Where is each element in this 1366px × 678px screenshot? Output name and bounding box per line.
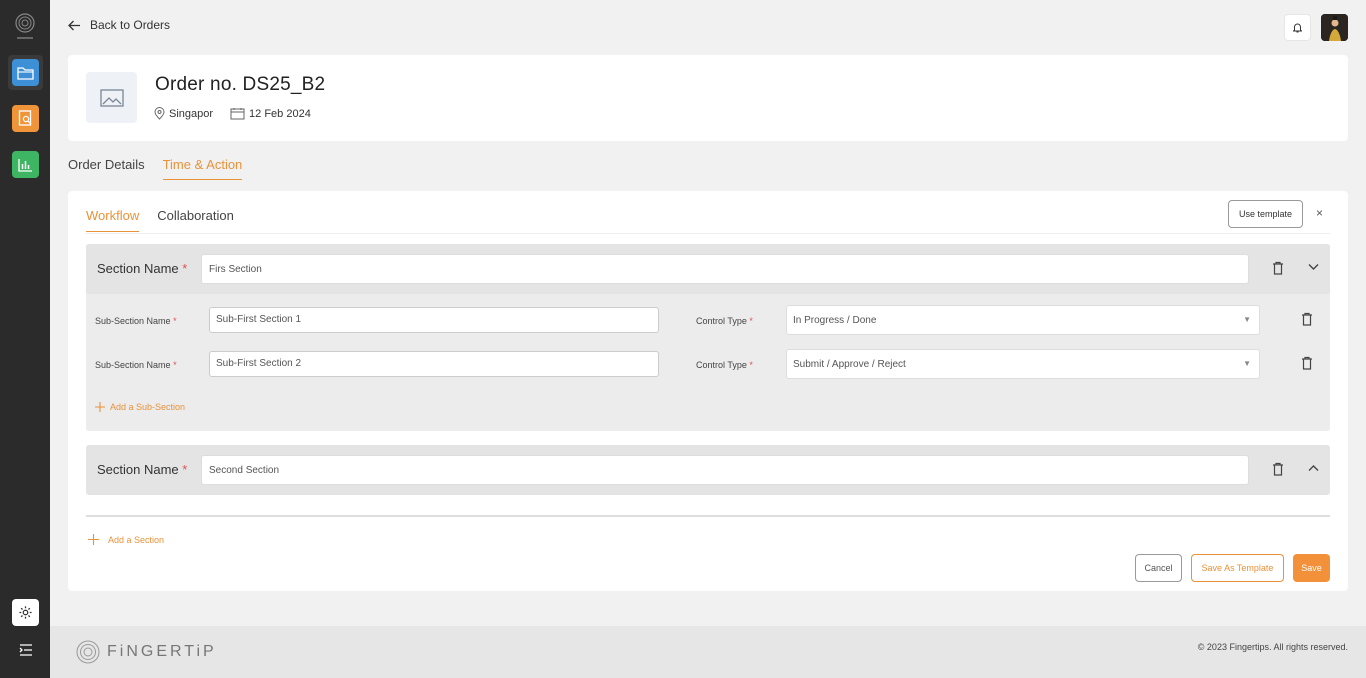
chevron-down-icon: ▼ <box>1243 359 1251 368</box>
location-pin-icon <box>154 107 165 120</box>
gear-icon <box>19 606 32 619</box>
sub-section-input[interactable]: Sub-First Section 1 <box>209 307 659 333</box>
bar-chart-icon <box>18 158 32 172</box>
section-header: Section Name * Firs Section <box>86 244 1330 294</box>
calendar-icon <box>230 108 245 120</box>
order-location-text: Singapor <box>169 107 214 120</box>
tab-workflow[interactable]: Workflow <box>86 208 140 232</box>
section-name-label: Section Name * <box>97 261 188 276</box>
plus-icon <box>88 534 99 545</box>
fingerprint-icon <box>76 640 100 664</box>
chevron-down-icon[interactable] <box>1308 263 1319 271</box>
control-type-label: Control Type * <box>696 360 753 370</box>
page-title: Order no. DS25_B2 <box>155 74 326 95</box>
save-as-template-button[interactable]: Save As Template <box>1191 554 1284 582</box>
control-type-select[interactable]: Submit / Approve / Reject ▼ <box>786 349 1260 379</box>
bell-icon <box>1293 23 1302 33</box>
plus-icon <box>95 402 105 412</box>
tab-collaboration[interactable]: Collaboration <box>157 208 234 232</box>
section-block: Section Name * Second Section <box>86 445 1330 495</box>
sub-section-input[interactable]: Sub-First Section 2 <box>209 351 659 377</box>
avatar-image <box>1321 14 1348 41</box>
order-date: 12 Feb 2024 <box>230 107 311 120</box>
order-header-card: Order no. DS25_B2 Singapor 12 Feb 2024 <box>68 55 1348 141</box>
section-name-input[interactable]: Second Section <box>201 455 1249 485</box>
image-placeholder-icon <box>99 88 124 107</box>
cancel-button[interactable]: Cancel <box>1135 554 1182 582</box>
avatar[interactable] <box>1321 14 1348 41</box>
sub-section-label: Sub-Section Name * <box>95 360 177 370</box>
app-logo-icon <box>15 13 35 39</box>
top-right-actions <box>1284 14 1348 41</box>
close-icon[interactable]: × <box>1316 206 1323 220</box>
tab-order-details[interactable]: Order Details <box>68 157 145 180</box>
add-sub-section-button[interactable]: Add a Sub-Section <box>95 402 185 412</box>
workflow-tabs: Workflow Collaboration <box>86 208 234 232</box>
section-header: Section Name * Second Section <box>86 445 1330 495</box>
sidebar-item-settings[interactable] <box>12 599 39 626</box>
trash-icon[interactable] <box>1301 312 1313 326</box>
workflow-card: Workflow Collaboration Use template × Se… <box>68 191 1348 591</box>
sidebar-item-orders[interactable] <box>8 55 43 90</box>
report-search-icon <box>18 110 32 126</box>
copyright-text: © 2023 Fingertips. All rights reserved. <box>1197 642 1348 652</box>
sidebar-item-analytics[interactable] <box>12 151 39 178</box>
menu-icon <box>19 643 32 656</box>
trash-icon[interactable] <box>1301 356 1313 370</box>
notifications-button[interactable] <box>1284 14 1311 41</box>
sidebar-collapse-toggle[interactable] <box>12 636 39 663</box>
back-to-orders-link[interactable]: Back to Orders <box>68 18 170 32</box>
footer: FiNGERTiP © 2023 Fingertips. All rights … <box>50 626 1366 678</box>
tabs-divider <box>86 233 1330 234</box>
order-date-text: 12 Feb 2024 <box>249 107 311 120</box>
sidebar <box>0 0 50 678</box>
back-link-label: Back to Orders <box>90 18 171 32</box>
use-template-button[interactable]: Use template <box>1228 200 1303 228</box>
folder-icon <box>17 66 34 80</box>
section-block: Section Name * Firs Section Sub-Section … <box>86 244 1330 431</box>
arrow-left-icon <box>68 20 80 30</box>
divider <box>86 515 1330 517</box>
sidebar-item-reports[interactable] <box>12 105 39 132</box>
section-name-label: Section Name * <box>97 462 188 477</box>
trash-icon[interactable] <box>1272 462 1284 476</box>
footer-brand: FiNGERTiP <box>107 643 217 660</box>
control-type-label: Control Type * <box>696 316 753 326</box>
order-tabs: Order Details Time & Action <box>68 157 243 180</box>
tab-time-and-action[interactable]: Time & Action <box>162 157 243 180</box>
sub-section-label: Sub-Section Name * <box>95 316 177 326</box>
section-name-input[interactable]: Firs Section <box>201 254 1249 284</box>
trash-icon[interactable] <box>1272 261 1284 275</box>
order-meta: Singapor 12 Feb 2024 <box>154 107 328 120</box>
order-thumbnail <box>86 72 137 123</box>
chevron-up-icon[interactable] <box>1308 464 1319 472</box>
add-section-button[interactable]: Add a Section <box>88 534 164 545</box>
order-location: Singapor <box>154 107 213 120</box>
control-type-select[interactable]: In Progress / Done ▼ <box>786 305 1260 335</box>
save-button[interactable]: Save <box>1293 554 1330 582</box>
chevron-down-icon: ▼ <box>1243 315 1251 324</box>
footer-logo: FiNGERTiP <box>76 640 217 664</box>
